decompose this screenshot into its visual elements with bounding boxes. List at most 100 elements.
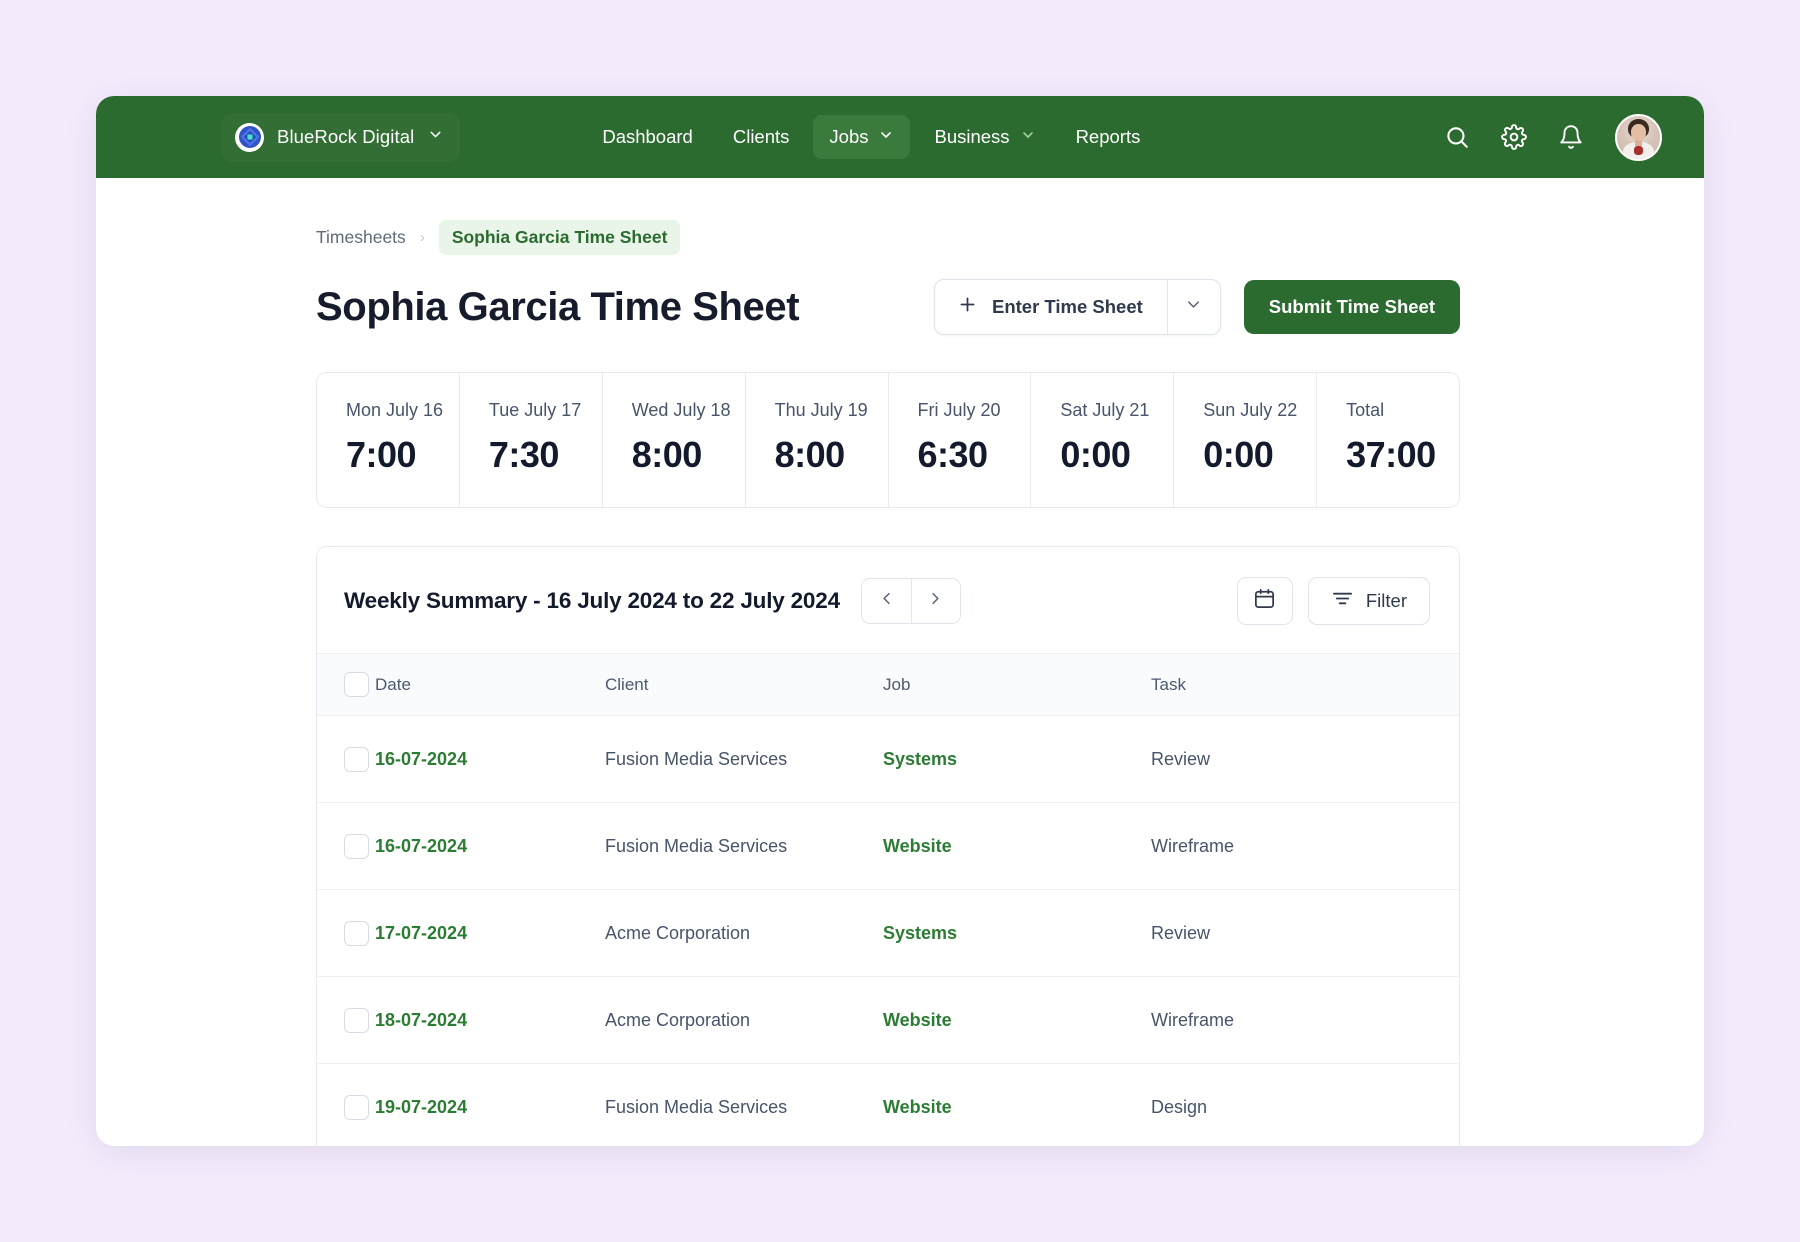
nav-item-reports[interactable]: Reports — [1060, 115, 1157, 159]
next-week-button[interactable] — [911, 579, 960, 623]
cell-task: Review — [1151, 890, 1460, 977]
select-all-header — [317, 654, 375, 716]
top-navigation-bar: BlueRock Digital Dashboard Clients Jobs … — [96, 96, 1704, 178]
select-all-checkbox[interactable] — [344, 672, 369, 697]
enter-time-sheet-label: Enter Time Sheet — [992, 296, 1143, 318]
day-card-total: Total 37:00 — [1317, 373, 1459, 507]
filter-icon — [1331, 587, 1354, 615]
filter-label: Filter — [1366, 590, 1407, 612]
day-card-wed: Wed July 18 8:00 — [603, 373, 746, 507]
day-card-thu: Thu July 19 8:00 — [746, 373, 889, 507]
submit-time-sheet-button[interactable]: Submit Time Sheet — [1244, 280, 1460, 334]
nav-label: Jobs — [829, 126, 868, 148]
day-label: Fri July 20 — [918, 400, 1031, 421]
day-value: 37:00 — [1346, 434, 1459, 476]
chevron-down-icon — [1020, 126, 1036, 148]
day-card-sun: Sun July 22 0:00 — [1174, 373, 1317, 507]
gear-icon[interactable] — [1501, 124, 1527, 150]
cell-date[interactable]: 16-07-2024 — [375, 749, 467, 769]
day-card-mon: Mon July 16 7:00 — [317, 373, 460, 507]
row-checkbox[interactable] — [344, 1008, 369, 1033]
cell-job[interactable]: Systems — [883, 749, 957, 769]
filter-button[interactable]: Filter — [1308, 577, 1430, 625]
row-checkbox-cell — [317, 803, 375, 890]
nav-item-clients[interactable]: Clients — [717, 115, 806, 159]
day-label: Mon July 16 — [346, 400, 459, 421]
chevron-down-icon — [1184, 295, 1203, 319]
day-label: Wed July 18 — [632, 400, 745, 421]
page-title: Sophia Garcia Time Sheet — [316, 285, 799, 330]
day-value: 0:00 — [1203, 434, 1316, 476]
cell-client: Fusion Media Services — [605, 716, 883, 803]
column-header-client[interactable]: Client — [605, 654, 883, 716]
enter-time-sheet-dropdown-toggle[interactable] — [1167, 280, 1220, 334]
nav-label: Reports — [1076, 126, 1141, 148]
nav-item-dashboard[interactable]: Dashboard — [586, 115, 709, 159]
row-checkbox-cell — [317, 977, 375, 1064]
cell-task: Design — [1151, 1064, 1460, 1147]
search-icon[interactable] — [1444, 124, 1470, 150]
workspace-switcher[interactable]: BlueRock Digital — [221, 113, 460, 162]
cell-date[interactable]: 16-07-2024 — [375, 836, 467, 856]
prev-week-button[interactable] — [862, 579, 911, 623]
table-row[interactable]: 16-07-2024 Fusion Media Services Website… — [317, 803, 1460, 890]
chevron-left-icon — [877, 589, 896, 613]
day-card-sat: Sat July 21 0:00 — [1031, 373, 1174, 507]
weekly-summary-header: Weekly Summary - 16 July 2024 to 22 July… — [317, 547, 1459, 653]
cell-job[interactable]: Website — [883, 836, 952, 856]
table-row[interactable]: 16-07-2024 Fusion Media Services Systems… — [317, 716, 1460, 803]
column-header-date[interactable]: Date — [375, 654, 605, 716]
row-checkbox-cell — [317, 1064, 375, 1147]
table-row[interactable]: 17-07-2024 Acme Corporation Systems Revi… — [317, 890, 1460, 977]
enter-time-sheet-split-button: Enter Time Sheet — [934, 279, 1221, 335]
row-checkbox[interactable] — [344, 834, 369, 859]
day-value: 6:30 — [918, 434, 1031, 476]
day-summary-strip: Mon July 16 7:00 Tue July 17 7:30 Wed Ju… — [316, 372, 1460, 508]
cell-task: Wireframe — [1151, 977, 1460, 1064]
day-value: 0:00 — [1060, 434, 1173, 476]
nav-label: Clients — [733, 126, 790, 148]
row-checkbox[interactable] — [344, 747, 369, 772]
bell-icon[interactable] — [1558, 124, 1584, 150]
app-window: BlueRock Digital Dashboard Clients Jobs … — [96, 96, 1704, 1146]
cell-task: Review — [1151, 716, 1460, 803]
nav-label: Business — [934, 126, 1009, 148]
column-header-job[interactable]: Job — [883, 654, 1151, 716]
cell-client: Fusion Media Services — [605, 803, 883, 890]
column-header-task[interactable]: Task — [1151, 654, 1460, 716]
row-checkbox-cell — [317, 890, 375, 977]
page-actions: Enter Time Sheet Submit Time Sheet — [934, 279, 1460, 335]
table-row[interactable]: 19-07-2024 Fusion Media Services Website… — [317, 1064, 1460, 1147]
timesheet-table: Date Client Job Task Time 16-07-2024 Fus… — [317, 653, 1460, 1146]
nav-item-jobs[interactable]: Jobs — [813, 115, 910, 159]
row-checkbox-cell — [317, 716, 375, 803]
calendar-button[interactable] — [1237, 577, 1293, 625]
weekly-summary-title: Weekly Summary - 16 July 2024 to 22 July… — [344, 588, 840, 614]
cell-date[interactable]: 18-07-2024 — [375, 1010, 467, 1030]
blue-diamond-logo — [235, 123, 264, 152]
table-row[interactable]: 18-07-2024 Acme Corporation Website Wire… — [317, 977, 1460, 1064]
day-label: Sun July 22 — [1203, 400, 1316, 421]
cell-job[interactable]: Systems — [883, 923, 957, 943]
nav-label: Dashboard — [602, 126, 693, 148]
row-checkbox[interactable] — [344, 921, 369, 946]
workspace-name: BlueRock Digital — [277, 126, 414, 148]
avatar[interactable] — [1615, 114, 1662, 161]
cell-task: Wireframe — [1151, 803, 1460, 890]
panel-tools: Filter — [1237, 577, 1430, 625]
chevron-down-icon — [878, 126, 894, 148]
weekly-summary-panel: Weekly Summary - 16 July 2024 to 22 July… — [316, 546, 1460, 1146]
calendar-icon — [1253, 587, 1276, 615]
cell-job[interactable]: Website — [883, 1010, 952, 1030]
cell-date[interactable]: 17-07-2024 — [375, 923, 467, 943]
enter-time-sheet-button[interactable]: Enter Time Sheet — [935, 280, 1167, 334]
cell-date[interactable]: 19-07-2024 — [375, 1097, 467, 1117]
breadcrumb-timesheets[interactable]: Timesheets — [316, 227, 406, 248]
main-nav: Dashboard Clients Jobs Business Reports — [586, 115, 1156, 159]
cell-job[interactable]: Website — [883, 1097, 952, 1117]
row-checkbox[interactable] — [344, 1095, 369, 1120]
nav-item-business[interactable]: Business — [918, 115, 1051, 159]
cell-client: Fusion Media Services — [605, 1064, 883, 1147]
plus-icon — [957, 294, 978, 320]
day-value: 8:00 — [632, 434, 745, 476]
